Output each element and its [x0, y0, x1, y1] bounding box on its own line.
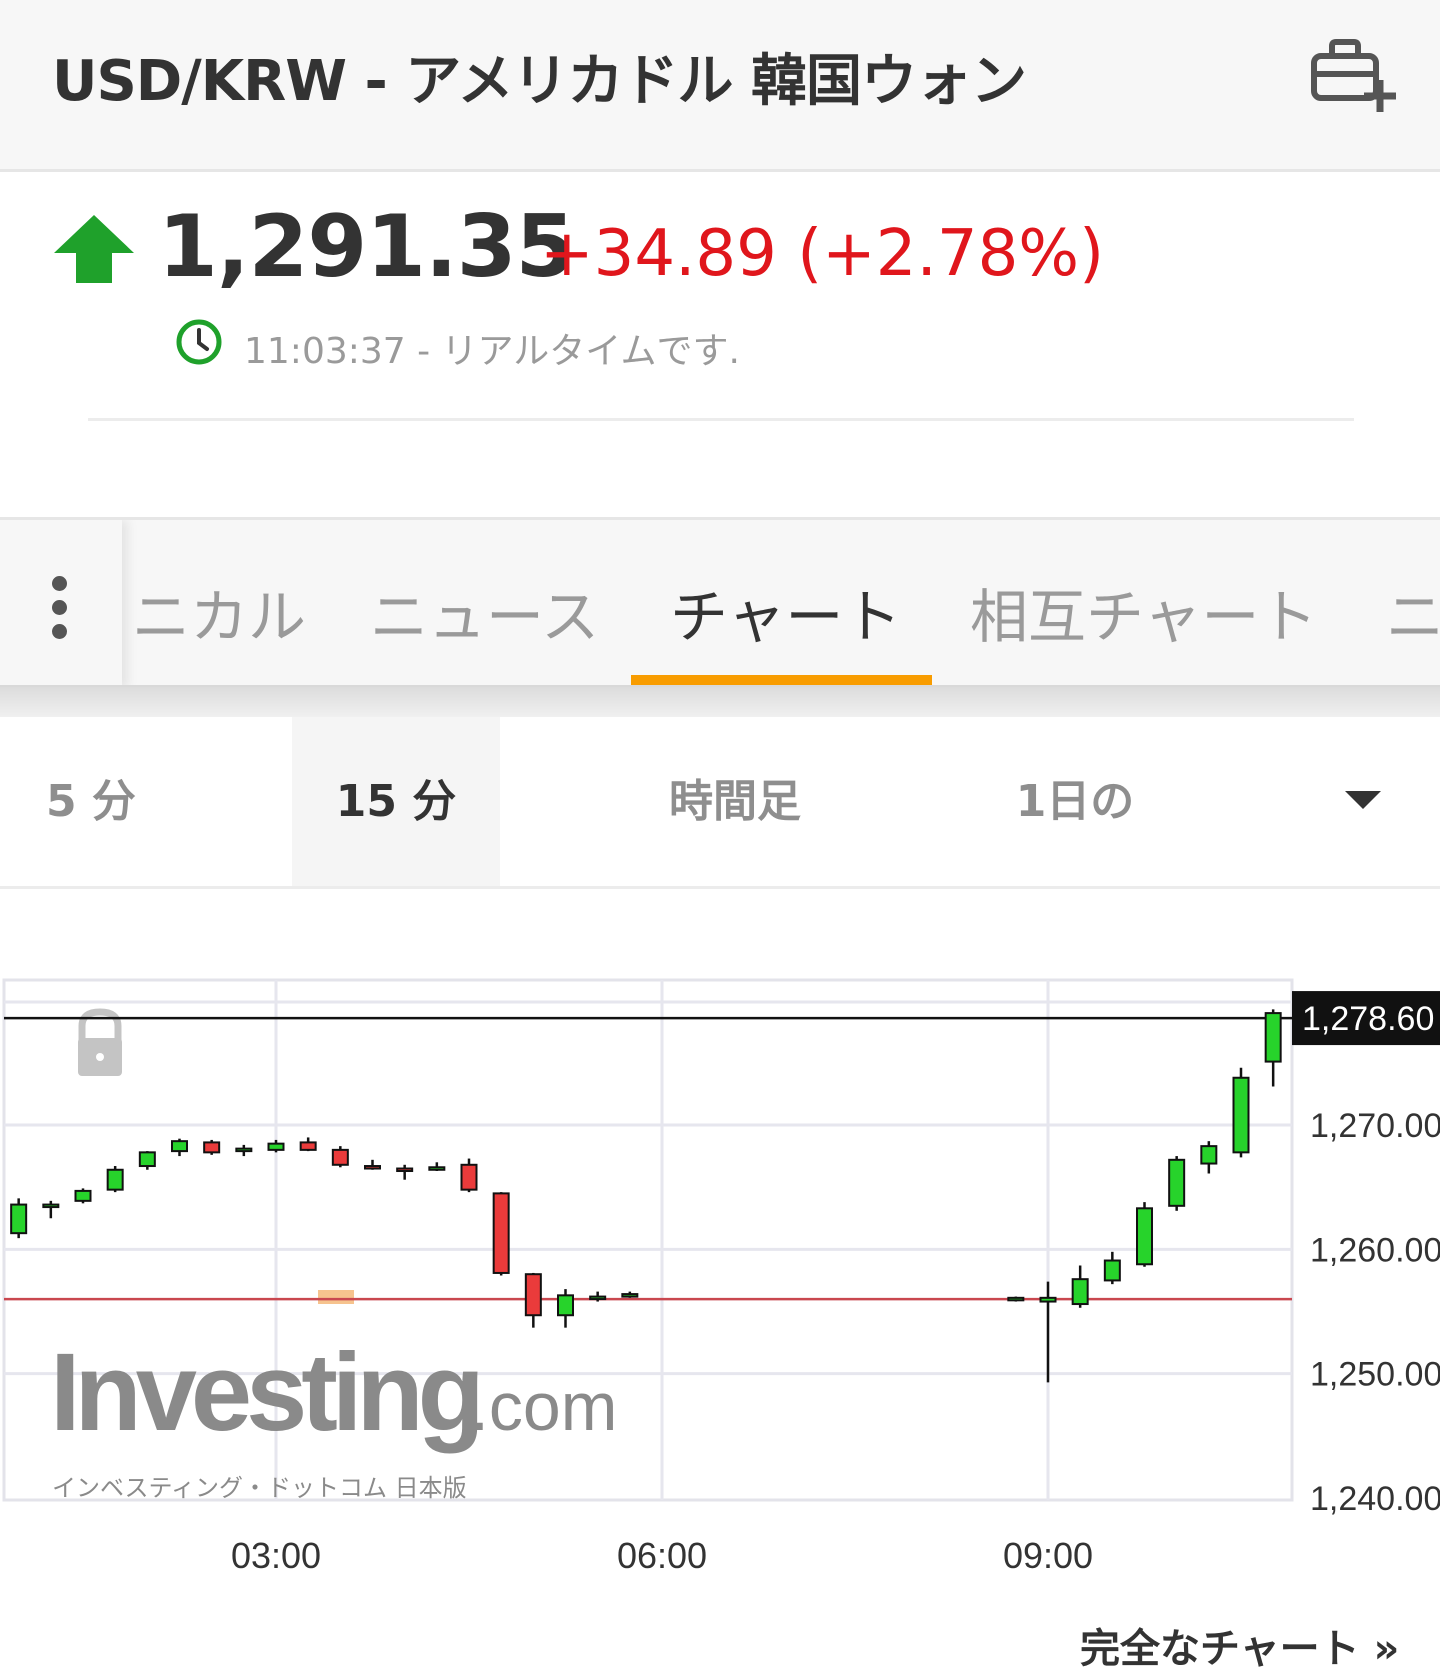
y-axis-label: 1,250.00	[1310, 1356, 1440, 1394]
lock-icon	[96, 1053, 104, 1061]
candle-body	[1039, 1296, 1057, 1303]
candle-body	[267, 1142, 285, 1151]
x-axis-label: 06:00	[617, 1535, 707, 1576]
period-hourly[interactable]: 時間足	[620, 717, 850, 886]
candle-body	[235, 1147, 253, 1153]
watermark-subtitle: インベスティング・ドットコム 日本版	[52, 1474, 467, 1502]
tab-chart[interactable]: チャート	[670, 570, 901, 654]
candle-body	[1136, 1207, 1153, 1266]
instrument-header: USD/KRW - アメリカドル 韓国ウォン	[0, 0, 1440, 172]
more-vertical-icon[interactable]	[0, 520, 122, 685]
tab-news[interactable]: ニュース	[370, 570, 599, 654]
quote-panel: 1,291.35 +34.89 (+2.78%) 11:03:37 - リアルタ…	[0, 175, 1440, 515]
candle-body	[331, 1148, 349, 1166]
realtime-timestamp: 11:03:37 - リアルタイムです.	[244, 331, 740, 372]
add-to-portfolio-icon[interactable]	[1310, 36, 1400, 116]
period-15m[interactable]: 15 分	[292, 717, 500, 886]
candle-body	[1103, 1259, 1121, 1282]
price-change: +34.89 (+2.78%)	[540, 217, 1105, 291]
watermark-logo: Investing	[50, 1331, 479, 1454]
instrument-title: USD/KRW - アメリカドル 韓国ウォン	[52, 49, 1027, 114]
last-price: 1,291.35	[158, 197, 575, 297]
price-chart[interactable]: Investing .com インベスティング・ドットコム 日本版 1,270.00 1…	[0, 960, 1440, 1600]
x-axis-label: 09:00	[1003, 1535, 1093, 1576]
y-axis-label: 1,270.00	[1310, 1107, 1440, 1145]
candle-body	[1007, 1296, 1025, 1302]
candle-body	[42, 1203, 60, 1209]
timeframe-selector: 5 分 15 分 時間足 1日の	[0, 717, 1440, 889]
caret-down-icon[interactable]	[1345, 791, 1381, 809]
candle-body	[299, 1141, 317, 1151]
candle-body	[1264, 1012, 1282, 1063]
candle-body	[1200, 1145, 1218, 1165]
y-axis-label: 1,260.00	[1310, 1231, 1440, 1269]
tab-interactive-chart[interactable]: 相互チャート	[970, 570, 1317, 654]
candle-body	[1071, 1278, 1089, 1306]
candle-body	[524, 1273, 542, 1317]
candle-body	[428, 1166, 446, 1171]
tab-next[interactable]: ニ	[1386, 570, 1440, 654]
candle-body	[460, 1163, 478, 1191]
candle-body	[106, 1168, 124, 1191]
watermark-logo: .com	[470, 1369, 617, 1445]
full-chart-link[interactable]: 完全なチャート »	[1080, 1616, 1399, 1674]
y-axis-label: 1,240.00	[1310, 1480, 1440, 1518]
candle-body	[557, 1294, 574, 1317]
candle-body	[492, 1192, 510, 1274]
period-daily[interactable]: 1日の	[960, 717, 1190, 886]
x-axis-label: 03:00	[231, 1535, 321, 1576]
candle-body	[203, 1141, 221, 1154]
candle-body	[589, 1295, 607, 1301]
candle-body	[364, 1165, 381, 1170]
tab-shadow	[0, 687, 1440, 717]
candle-body	[396, 1167, 414, 1173]
watermark-accent	[318, 1290, 354, 1304]
candle-body	[171, 1140, 188, 1153]
candlestick-chart: Investing.com インベスティング・ドットコム 日本版 1,270.00 1…	[2, 978, 1440, 1576]
period-5m[interactable]: 5 分	[0, 717, 292, 886]
up-arrow-icon	[54, 215, 134, 283]
candle-body	[138, 1151, 156, 1168]
candle-body	[1232, 1076, 1250, 1154]
active-tab-indicator	[631, 675, 932, 685]
clock-icon	[176, 319, 222, 365]
candle-body	[10, 1203, 28, 1235]
candle-body	[74, 1189, 92, 1202]
candle-body	[1168, 1158, 1186, 1207]
divider	[88, 418, 1354, 421]
candle-body	[621, 1293, 639, 1298]
tab-technical[interactable]: ニカル	[132, 570, 306, 654]
last-price-label: 1,278.60	[1302, 1000, 1434, 1038]
section-tabs: ニカル ニュース チャート 相互チャート ニ	[0, 517, 1440, 687]
